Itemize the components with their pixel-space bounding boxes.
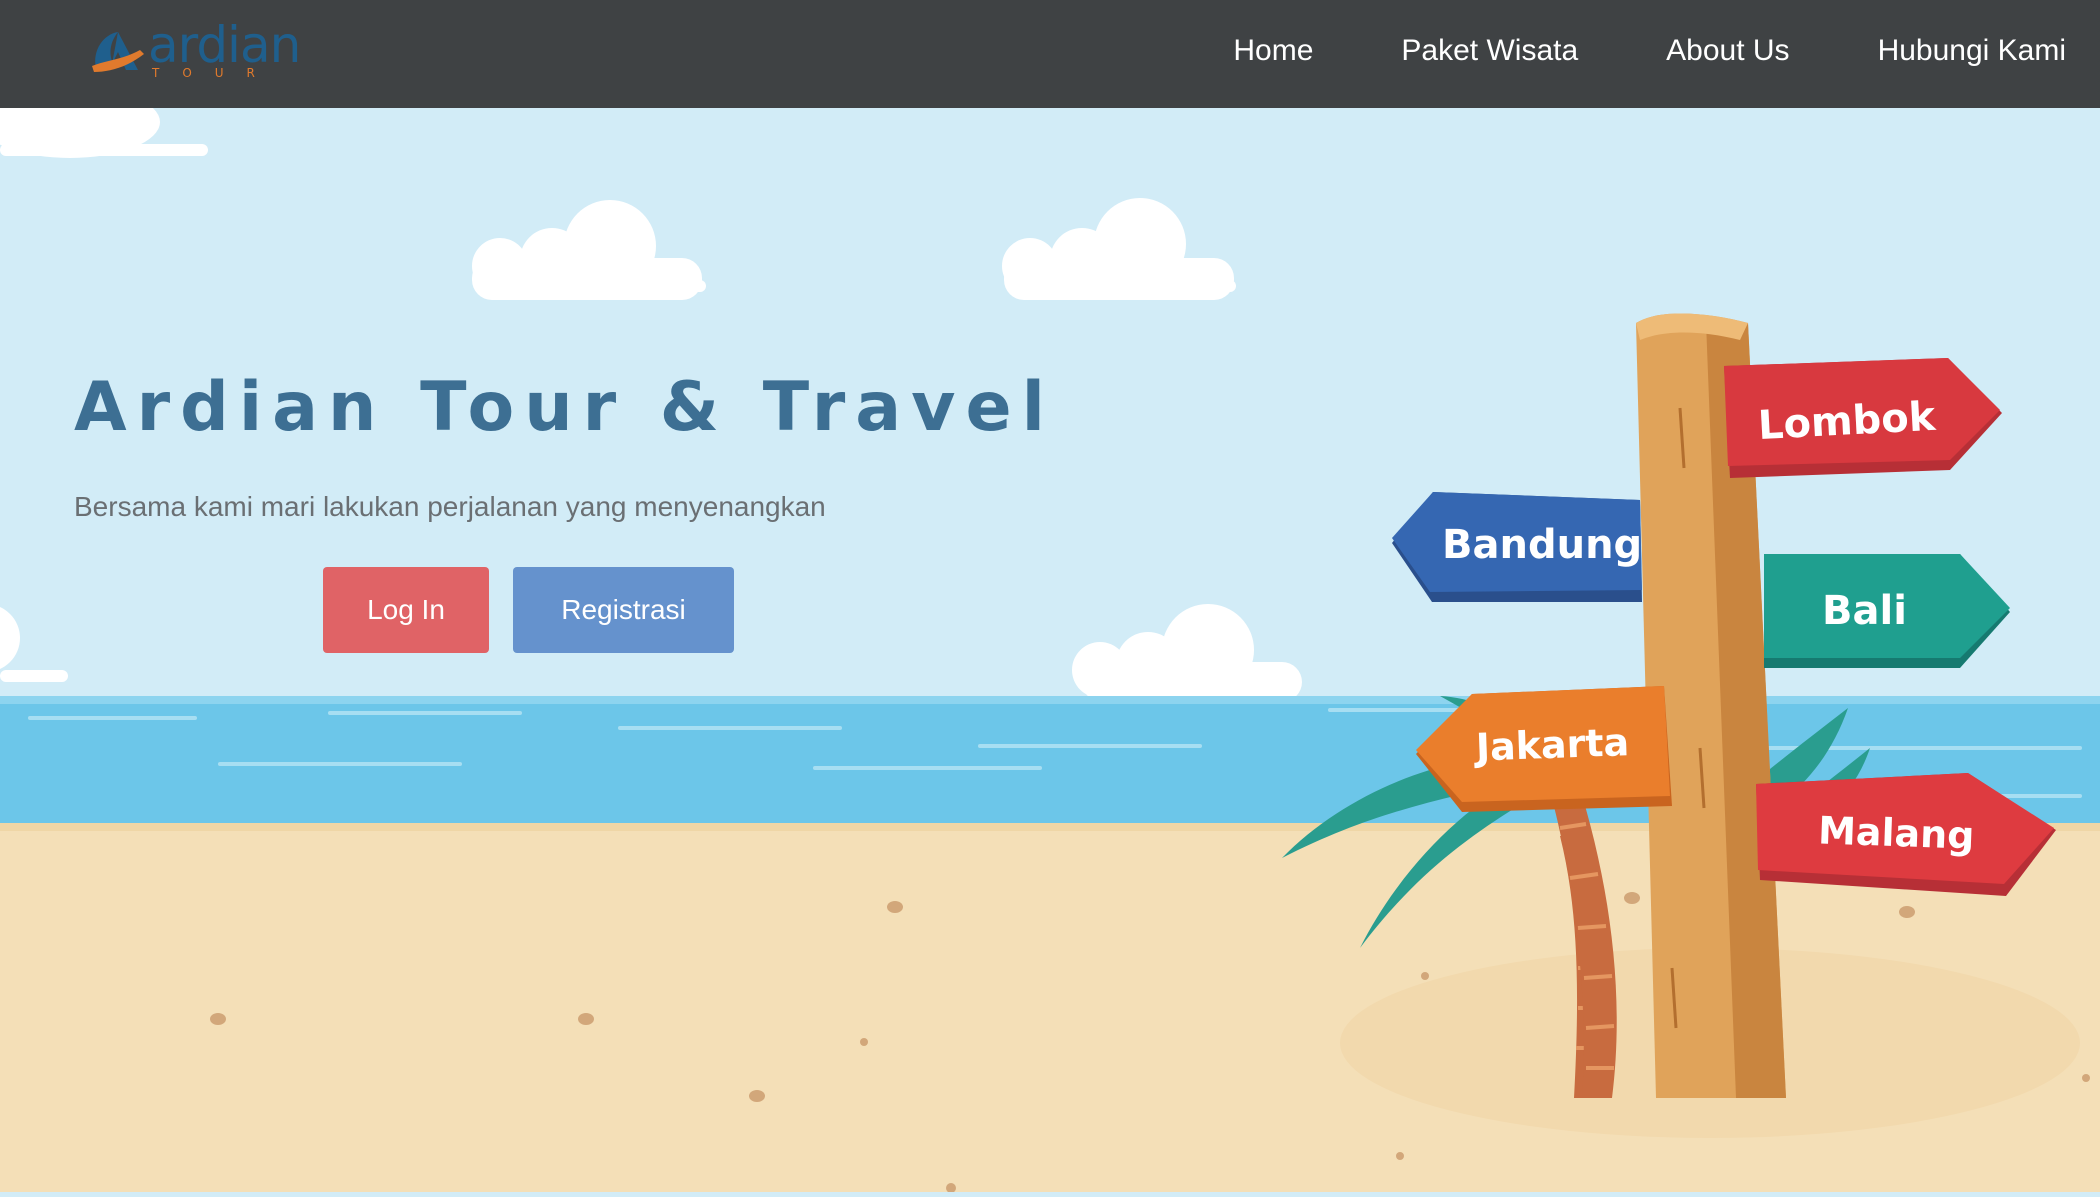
sign-bandung: Bandung	[1392, 492, 1642, 602]
sign-label-malang: Malang	[1817, 808, 1975, 857]
sign-jakarta: Jakarta	[1416, 686, 1672, 812]
sign-label-bali: Bali	[1822, 588, 1907, 634]
brand-name: ardian	[148, 16, 301, 74]
brand-logo[interactable]: ardian TOUR	[88, 14, 301, 88]
sign-lombok: Lombok	[1724, 358, 2002, 478]
direction-signs: Lombok Bandung Bali Jakarta Malang	[0, 108, 2100, 1192]
nav-hubungi-kami[interactable]: Hubungi Kami	[1878, 34, 2066, 68]
logo-mark-icon	[92, 32, 144, 72]
nav-paket-wisata[interactable]: Paket Wisata	[1401, 34, 1578, 68]
sign-label-lombok: Lombok	[1757, 394, 1938, 449]
brand-tagline: TOUR	[152, 66, 278, 80]
sign-label-bandung: Bandung	[1442, 522, 1642, 568]
top-navbar: ardian TOUR Home Paket Wisata About Us H…	[0, 0, 2100, 108]
nav-home[interactable]: Home	[1233, 34, 1313, 68]
register-button[interactable]: Registrasi	[513, 567, 734, 653]
login-button[interactable]: Log In	[323, 567, 489, 653]
sign-label-jakarta: Jakarta	[1472, 720, 1630, 769]
nav-links: Home Paket Wisata About Us Hubungi Kami	[1145, 0, 2066, 102]
sign-bali: Bali	[1764, 554, 2010, 668]
sign-malang: Malang	[1756, 773, 2056, 896]
hero-title: Ardian Tour & Travel	[74, 368, 1055, 447]
hero-subtitle: Bersama kami mari lakukan perjalanan yan…	[74, 491, 826, 522]
nav-about-us[interactable]: About Us	[1666, 34, 1789, 68]
